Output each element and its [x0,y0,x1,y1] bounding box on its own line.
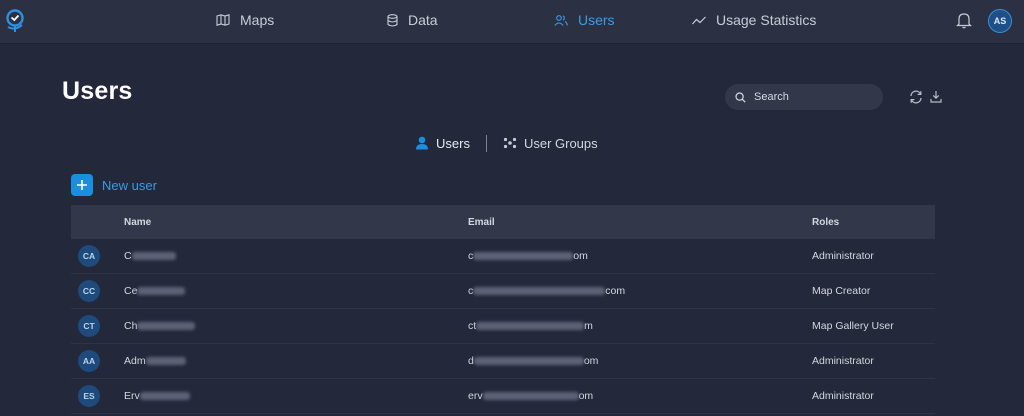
redacted-name [137,287,186,296]
subtab-user-groups[interactable]: User Groups [503,136,598,151]
search-input[interactable] [754,91,874,103]
subtab-user-groups-label: User Groups [523,135,598,151]
subtab-users-label: Users [436,135,470,151]
nav-data[interactable]: Data [387,0,438,40]
user-email: ct m [468,320,593,332]
user-role: Map Creator [812,285,871,297]
nav-usage-statistics[interactable]: Usage Statistics [692,0,816,40]
user-email-end: om [578,390,594,402]
users-table: Name Email Roles CA C c om Administrator … [71,205,935,414]
redacted-email [482,392,579,401]
plus-icon [71,174,93,196]
user-groups-icon [503,137,517,149]
column-header-name[interactable]: Name [124,217,151,228]
table-row[interactable]: AA Adm d om Administrator [71,344,935,379]
user-name: Ch [124,320,196,332]
user-name: Erv [124,390,190,402]
row-avatar: CC [78,280,100,302]
search-icon [735,91,746,103]
user-email-end: com [605,285,626,297]
chart-line-icon [692,16,706,24]
redacted-email [476,322,585,331]
user-name-visible: Erv [124,390,140,402]
user-email: erv om [468,390,593,402]
users-icon [554,14,568,26]
user-role: Administrator [812,390,874,402]
table-row[interactable]: ES Erv erv om Administrator [71,379,935,414]
nav-maps-label: Maps [240,12,275,28]
page-title: Users [62,77,133,105]
user-name-visible: Ch [124,320,138,332]
column-header-roles[interactable]: Roles [812,217,839,228]
app-logo-icon[interactable] [5,8,27,34]
redacted-email [473,287,606,296]
user-role: Administrator [812,355,874,367]
subtabs: Users User Groups [415,133,598,153]
user-email: d om [468,355,598,367]
user-email-start: d [468,355,474,367]
nav-users[interactable]: Users [554,0,615,40]
user-email-end: m [584,320,593,332]
redacted-email [473,252,574,261]
user-name: Adm [124,355,186,367]
redacted-name [139,392,190,401]
nav-data-label: Data [408,12,438,28]
redacted-email [473,357,584,366]
search-box[interactable] [725,84,883,110]
bell-icon[interactable] [956,11,972,29]
user-email-start: erv [468,390,483,402]
new-user-button[interactable]: New user [71,174,157,196]
user-name: C [124,250,176,262]
table-header: Name Email Roles [71,205,935,239]
table-row[interactable]: CT Ch ct m Map Gallery User [71,309,935,344]
user-email-start: ct [468,320,477,332]
user-email: c com [468,285,625,297]
user-role: Administrator [812,250,874,262]
user-email: c om [468,250,588,262]
subtab-divider [485,134,487,152]
top-nav-bar: Maps Data Users Usage Statistics AS [0,0,1024,44]
user-avatar[interactable]: AS [988,9,1012,33]
redacted-name [131,252,176,261]
table-row[interactable]: CA C c om Administrator [71,239,935,274]
download-icon[interactable] [930,90,942,103]
table-row[interactable]: CC Ce c com Map Creator [71,274,935,309]
row-avatar: CA [78,245,100,267]
nav-usage-statistics-label: Usage Statistics [716,12,817,28]
row-avatar: AA [78,350,100,372]
new-user-label: New user [102,177,157,193]
user-name: Ce [124,285,186,297]
user-name-visible: Ce [124,285,138,297]
row-avatar: ES [78,385,100,407]
database-icon [387,13,398,27]
column-header-email[interactable]: Email [468,217,495,228]
user-name-visible: Adm [124,355,146,367]
user-icon [416,136,428,150]
redacted-name [137,322,196,331]
map-icon [216,14,230,26]
user-role: Map Gallery User [812,320,894,332]
refresh-icon[interactable] [909,90,923,104]
row-avatar: CT [78,315,100,337]
redacted-name [145,357,186,366]
nav-maps[interactable]: Maps [216,0,274,40]
user-email-end: om [573,250,588,262]
subtab-users[interactable]: Users [415,136,470,151]
user-email-end: om [583,355,599,367]
nav-users-label: Users [578,12,615,28]
user-name-visible: C [124,250,132,262]
